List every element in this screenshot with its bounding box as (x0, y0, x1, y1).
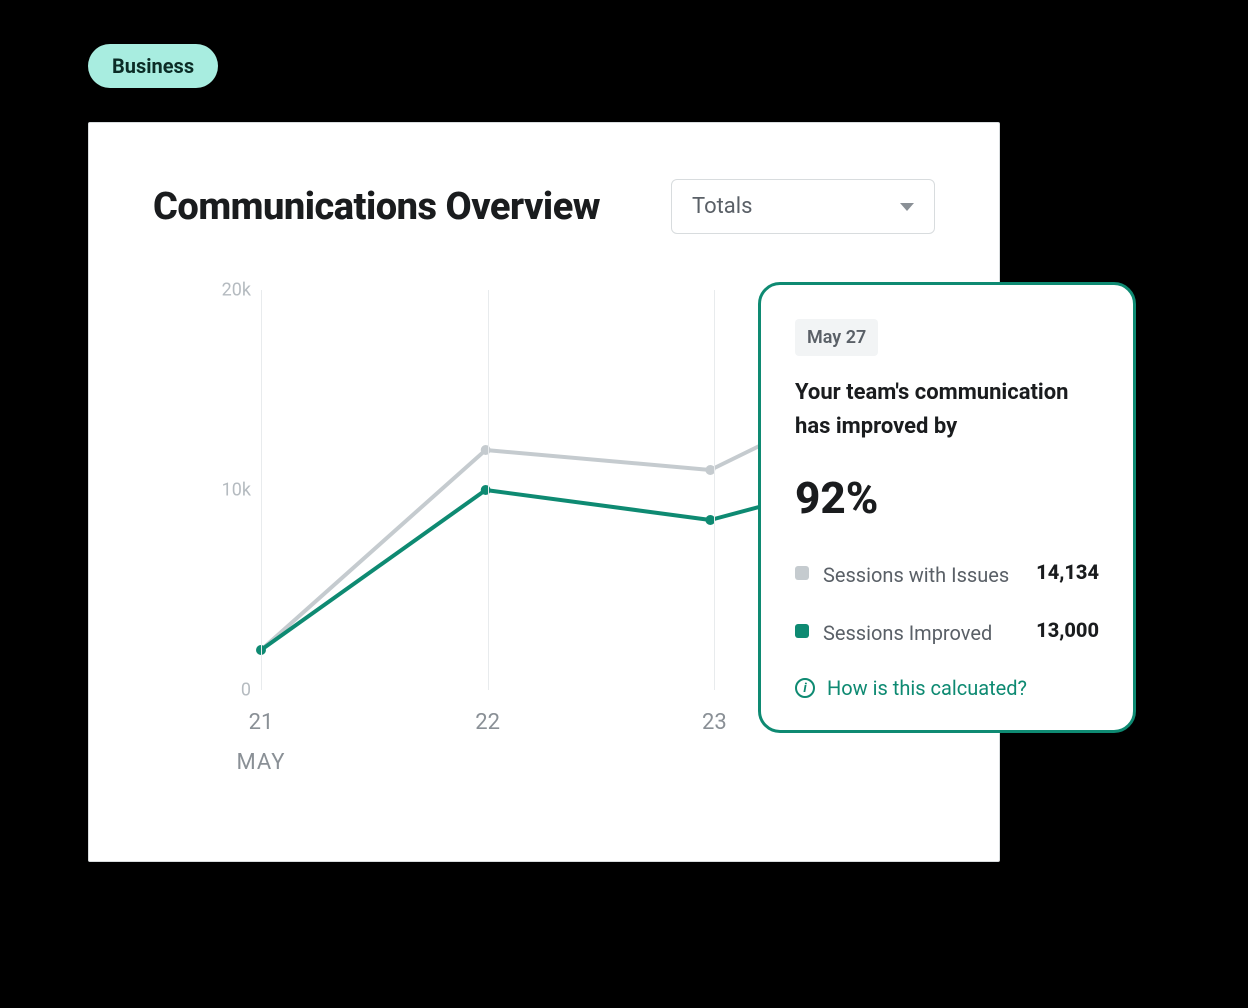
gridline (261, 290, 262, 690)
legend-swatch (795, 624, 809, 638)
card-header: Communications Overview Totals (153, 179, 935, 234)
y-tick: 10k (201, 480, 251, 501)
tooltip-date: May 27 (795, 319, 878, 356)
y-tick: 20k (201, 280, 251, 301)
chart-data-point (481, 445, 491, 455)
gridline (488, 290, 489, 690)
legend-swatch (795, 566, 809, 580)
x-tick: 21 (249, 710, 274, 735)
stat-row: Sessions with Issues 14,134 (795, 560, 1099, 590)
gridline (714, 290, 715, 690)
card-title: Communications Overview (153, 185, 600, 229)
calculation-link[interactable]: i How is this calcuated? (795, 676, 1099, 700)
stat-label: Sessions Improved (823, 618, 1022, 648)
tooltip-percent: 92% (795, 472, 1099, 524)
x-month-label: MAY (237, 750, 286, 775)
calc-link-text: How is this calcuated? (827, 676, 1027, 700)
tooltip-stats: Sessions with Issues 14,134 Sessions Impro… (795, 560, 1099, 648)
stat-value: 14,134 (1036, 560, 1099, 584)
badge-label: Business (112, 54, 194, 78)
select-value: Totals (692, 194, 752, 219)
stat-label: Sessions with Issues (823, 560, 1022, 590)
category-badge: Business (88, 44, 218, 88)
tooltip-message: Your team's communication has improved b… (795, 376, 1099, 444)
y-tick: 0 (201, 680, 251, 701)
aggregation-select[interactable]: Totals (671, 179, 935, 234)
chart-data-point (481, 485, 491, 495)
chart-tooltip: May 27 Your team's communication has imp… (758, 282, 1136, 733)
stat-value: 13,000 (1036, 618, 1099, 642)
x-tick: 23 (702, 710, 727, 735)
stat-row: Sessions Improved 13,000 (795, 618, 1099, 648)
chevron-down-icon (900, 203, 914, 211)
info-icon: i (795, 678, 815, 698)
x-tick: 22 (475, 710, 500, 735)
